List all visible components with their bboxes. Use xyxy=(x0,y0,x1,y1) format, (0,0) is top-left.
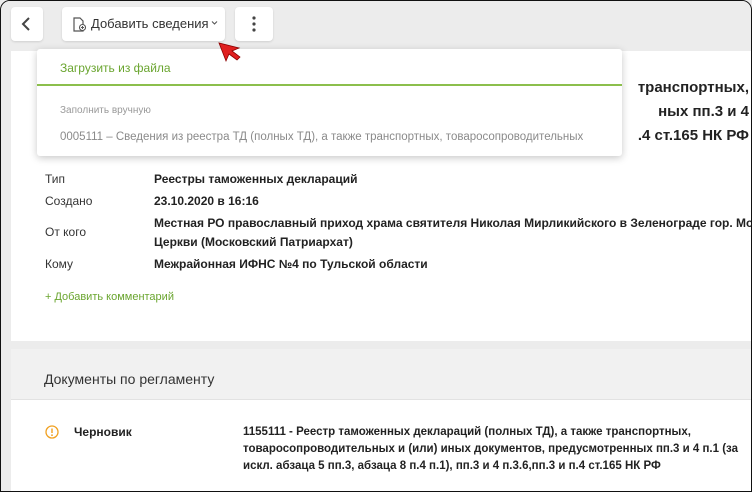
document-title-line-1: транспортных, xyxy=(637,79,749,96)
warning-circle-icon xyxy=(45,425,59,439)
back-button[interactable] xyxy=(11,7,43,41)
add-info-label: Добавить сведения xyxy=(91,16,209,31)
document-title-line-2: ных пп.3 и 4 xyxy=(658,103,749,120)
field-label-from: От кого xyxy=(45,225,87,239)
status-draft: Черновик xyxy=(74,425,132,439)
document-add-icon xyxy=(73,17,86,32)
field-label-created: Создано xyxy=(45,194,93,208)
back-arrow-icon xyxy=(21,17,30,31)
field-label-to: Кому xyxy=(45,257,74,271)
regulation-document-link[interactable]: 1155111 - Реестр таможенных деклараций (… xyxy=(243,424,743,475)
toolbar: Добавить сведения xyxy=(1,1,751,49)
add-info-button[interactable]: Добавить сведения xyxy=(62,7,225,41)
upload-from-file-item[interactable]: Загрузить из файла xyxy=(60,61,171,75)
field-value-created: 23.10.2020 в 16:16 xyxy=(154,194,259,208)
app-frame: Добавить сведения транспортных, ных пп.3… xyxy=(0,0,752,492)
document-title-line-3: .4 ст.165 НК РФ xyxy=(637,127,749,144)
regulations-header: Документы по регламенту xyxy=(11,349,751,400)
add-info-dropdown: Загрузить из файла Заполнить вручную 000… xyxy=(37,49,622,156)
field-value-from: Местная РО православный приход храма свя… xyxy=(154,216,752,230)
mouse-cursor-icon xyxy=(218,42,241,63)
add-comment-link[interactable]: + Добавить комментарий xyxy=(45,291,174,303)
dropdown-divider xyxy=(37,84,622,86)
field-value-type: Реестры таможенных деклараций xyxy=(154,172,358,186)
manual-form-item[interactable]: 0005111 – Сведения из реестра ТД (полных… xyxy=(60,131,605,143)
field-label-type: Тип xyxy=(45,172,66,186)
fill-manually-caption: Заполнить вручную xyxy=(60,105,151,116)
field-value-from-line2: Церкви (Московский Патриархат) xyxy=(154,235,353,249)
field-value-to: Межрайонная ИФНС №4 по Тульской области xyxy=(154,257,428,271)
regulations-title: Документы по регламенту xyxy=(44,371,215,387)
more-options-button[interactable] xyxy=(235,7,273,41)
chevron-down-icon xyxy=(211,21,218,25)
more-vertical-icon xyxy=(252,16,256,32)
